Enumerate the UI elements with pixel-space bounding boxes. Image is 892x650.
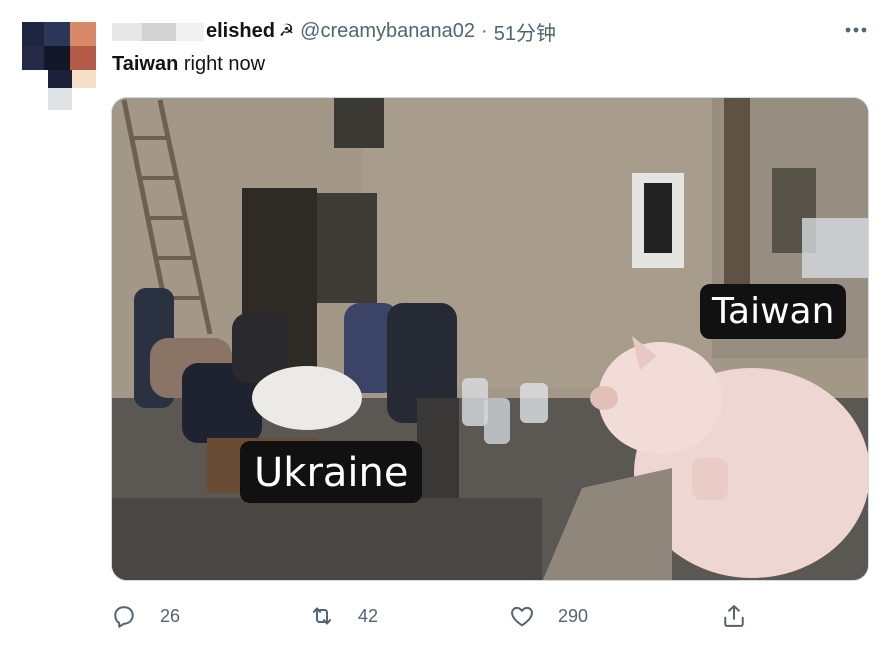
author-handle[interactable]: @creamybanana02	[300, 20, 475, 43]
retweet-count: 42	[358, 605, 379, 626]
tweet-text: Taiwan right now	[112, 50, 265, 78]
reply-count: 26	[160, 605, 181, 626]
tweet-text-bold: Taiwan	[112, 53, 179, 75]
heart-icon	[511, 606, 533, 627]
share-button[interactable]	[720, 596, 748, 636]
like-count: 290	[558, 605, 589, 626]
label-taiwan: Taiwan	[700, 284, 847, 339]
redacted-name-part	[112, 21, 204, 41]
tweet-media-image[interactable]: Taiwan Ukraine	[111, 97, 869, 581]
tweet-header: elished ☭ @creamybanana02 · 51分钟	[112, 17, 556, 46]
retweet-icon	[312, 607, 332, 625]
author-badge: ☭	[278, 21, 295, 40]
like-button[interactable]: 290	[508, 596, 588, 636]
timestamp[interactable]: 51分钟	[494, 17, 556, 46]
tweet-text-rest: right now	[178, 53, 266, 75]
separator-dot: ·	[481, 19, 488, 42]
reply-button[interactable]: 26	[110, 596, 180, 636]
more-horizontal-icon[interactable]	[842, 18, 870, 42]
reply-icon	[114, 606, 134, 628]
tweet[interactable]: elished ☭ @creamybanana02 · 51分钟 Taiwan …	[0, 0, 892, 650]
action-bar: 26 42 290	[0, 596, 892, 636]
label-ukraine: Ukraine	[240, 441, 423, 503]
meme-photo	[112, 98, 868, 580]
share-icon	[724, 605, 744, 627]
retweet-button[interactable]: 42	[308, 596, 378, 636]
avatar[interactable]	[22, 22, 98, 110]
author-display-name[interactable]: elished	[206, 20, 275, 43]
